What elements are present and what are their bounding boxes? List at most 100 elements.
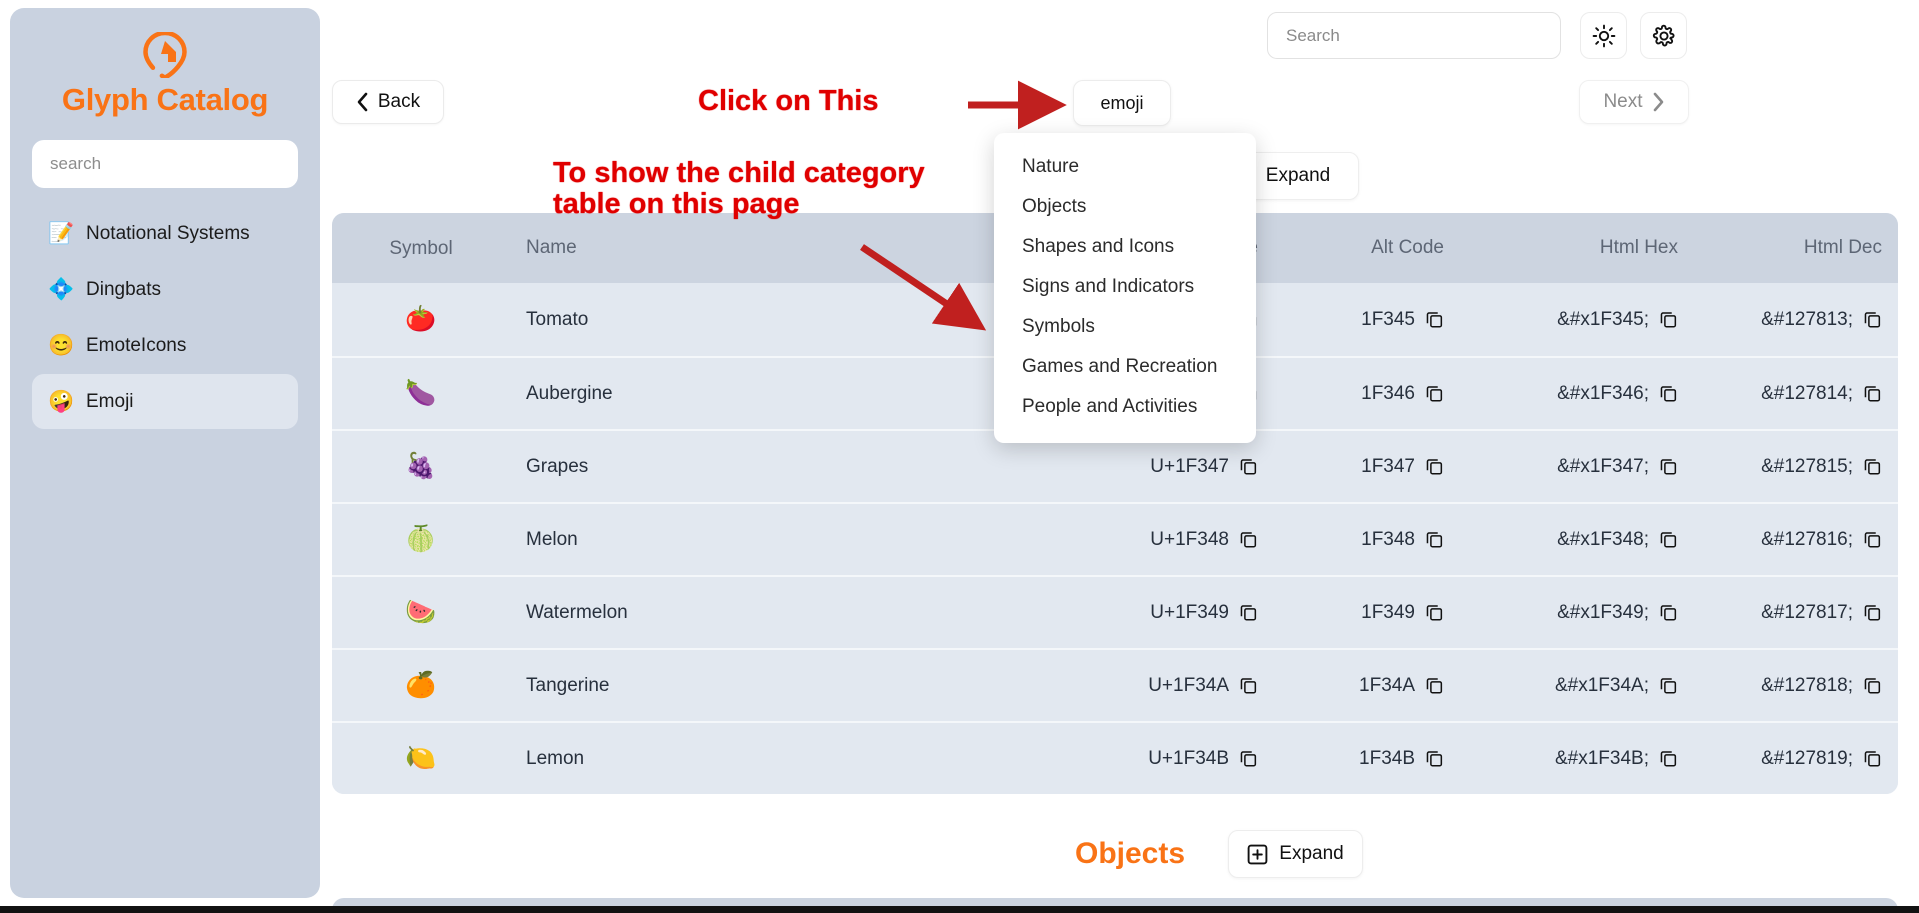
copy-icon[interactable] <box>1863 384 1882 403</box>
column-header-alt-code: Alt Code <box>1371 237 1444 258</box>
dropdown-item-objects[interactable]: Objects <box>994 187 1256 227</box>
sidebar-item-emoteicons[interactable]: 😊 EmoteIcons <box>32 318 298 373</box>
cell-symbol: 🍋 <box>405 744 437 772</box>
copy-unicode-button[interactable] <box>1239 676 1258 695</box>
copy-html-dec-button[interactable] <box>1863 749 1882 768</box>
copy-icon[interactable] <box>1659 676 1678 695</box>
theme-toggle-button[interactable] <box>1580 12 1627 59</box>
html-hex-value: &#x1F34B; <box>1555 747 1649 769</box>
copy-unicode-button[interactable] <box>1239 603 1258 622</box>
copy-html-hex-button[interactable] <box>1659 384 1678 403</box>
dropdown-item-signs-and-indicators[interactable]: Signs and Indicators <box>994 267 1256 307</box>
copy-icon[interactable] <box>1659 603 1678 622</box>
cell-alt-code: 1F348 <box>1258 529 1444 551</box>
expand-button-objects[interactable]: Expand <box>1228 830 1363 878</box>
copy-html-hex-button[interactable] <box>1659 310 1678 329</box>
copy-icon[interactable] <box>1425 603 1444 622</box>
copy-alt-code-button[interactable] <box>1425 676 1444 695</box>
copy-icon[interactable] <box>1863 310 1882 329</box>
copy-alt-code-button[interactable] <box>1425 310 1444 329</box>
copy-html-hex-button[interactable] <box>1659 457 1678 476</box>
copy-alt-code-button[interactable] <box>1425 457 1444 476</box>
copy-html-dec-button[interactable] <box>1863 676 1882 695</box>
settings-button[interactable] <box>1640 12 1687 59</box>
copy-unicode-button[interactable] <box>1239 457 1258 476</box>
copy-icon[interactable] <box>1863 530 1882 549</box>
copy-unicode-button[interactable] <box>1239 749 1258 768</box>
copy-html-dec-button[interactable] <box>1863 603 1882 622</box>
copy-alt-code-button[interactable] <box>1425 749 1444 768</box>
copy-icon[interactable] <box>1863 457 1882 476</box>
annotation-click-on-this: Click on This <box>698 85 879 117</box>
dropdown-item-symbols[interactable]: Symbols <box>994 307 1256 347</box>
copy-icon[interactable] <box>1239 676 1258 695</box>
copy-icon[interactable] <box>1425 457 1444 476</box>
copy-icon[interactable] <box>1425 749 1444 768</box>
copy-icon[interactable] <box>1239 530 1258 549</box>
copy-html-dec-button[interactable] <box>1863 530 1882 549</box>
sidebar: Glyph Catalog 📝 Notational Systems 💠 Din… <box>10 8 320 898</box>
sidebar-item-dingbats[interactable]: 💠 Dingbats <box>32 262 298 317</box>
copy-html-hex-button[interactable] <box>1659 676 1678 695</box>
copy-alt-code-button[interactable] <box>1425 530 1444 549</box>
cell-unicode: U+1F347 <box>988 456 1258 478</box>
html-hex-value: &#x1F347; <box>1557 455 1649 477</box>
cell-html-dec: &#127815; <box>1678 456 1882 478</box>
cell-unicode: U+1F34A <box>988 675 1258 697</box>
unicode-value: U+1F347 <box>1150 455 1229 477</box>
html-dec-value: &#127817; <box>1761 601 1853 623</box>
copy-icon[interactable] <box>1659 749 1678 768</box>
unicode-value: U+1F34A <box>1148 674 1229 696</box>
dropdown-item-people-and-activities[interactable]: People and Activities <box>994 387 1256 427</box>
expand-button-top-label: Expand <box>1265 165 1331 186</box>
copy-icon[interactable] <box>1425 384 1444 403</box>
memo-icon: 📝 <box>48 222 75 245</box>
copy-html-dec-button[interactable] <box>1863 310 1882 329</box>
sidebar-item-label: EmoteIcons <box>86 334 187 356</box>
html-hex-value: &#x1F349; <box>1557 601 1649 623</box>
unicode-value: U+1F348 <box>1150 528 1229 550</box>
zany-face-icon: 🤪 <box>48 390 75 413</box>
copy-icon[interactable] <box>1239 603 1258 622</box>
copy-icon[interactable] <box>1425 530 1444 549</box>
dropdown-item-shapes-and-icons[interactable]: Shapes and Icons <box>994 227 1256 267</box>
copy-html-hex-button[interactable] <box>1659 530 1678 549</box>
sidebar-item-label: Emoji <box>86 390 134 412</box>
cell-unicode: U+1F349 <box>988 602 1258 624</box>
html-hex-value: &#x1F348; <box>1557 528 1649 550</box>
copy-icon[interactable] <box>1659 384 1678 403</box>
copy-icon[interactable] <box>1659 310 1678 329</box>
copy-icon[interactable] <box>1659 530 1678 549</box>
app-root: Glyph Catalog 📝 Notational Systems 💠 Din… <box>0 0 1919 913</box>
next-button-label: Next <box>1603 91 1643 112</box>
cell-html-hex: &#x1F349; <box>1444 602 1678 624</box>
sidebar-item-notational-systems[interactable]: 📝 Notational Systems <box>32 206 298 261</box>
copy-icon[interactable] <box>1425 310 1444 329</box>
cell-name: Watermelon <box>526 601 628 623</box>
next-button[interactable]: Next <box>1579 80 1689 124</box>
copy-alt-code-button[interactable] <box>1425 384 1444 403</box>
copy-icon[interactable] <box>1863 749 1882 768</box>
copy-html-dec-button[interactable] <box>1863 384 1882 403</box>
copy-icon[interactable] <box>1425 676 1444 695</box>
html-hex-value: &#x1F34A; <box>1555 674 1649 696</box>
copy-icon[interactable] <box>1659 457 1678 476</box>
copy-icon[interactable] <box>1239 457 1258 476</box>
dropdown-item-nature[interactable]: Nature <box>994 147 1256 187</box>
copy-unicode-button[interactable] <box>1239 530 1258 549</box>
sidebar-item-emoji[interactable]: 🤪 Emoji <box>32 374 298 429</box>
category-chip-emoji[interactable]: emoji <box>1073 80 1171 126</box>
copy-icon[interactable] <box>1863 676 1882 695</box>
copy-html-dec-button[interactable] <box>1863 457 1882 476</box>
search-input[interactable] <box>1267 12 1561 59</box>
copy-html-hex-button[interactable] <box>1659 603 1678 622</box>
copy-html-hex-button[interactable] <box>1659 749 1678 768</box>
copy-icon[interactable] <box>1239 749 1258 768</box>
dropdown-item-games-and-recreation[interactable]: Games and Recreation <box>994 347 1256 387</box>
copy-alt-code-button[interactable] <box>1425 603 1444 622</box>
cell-symbol: 🍉 <box>405 598 437 626</box>
cell-symbol: 🍆 <box>405 379 437 407</box>
sidebar-search-input[interactable] <box>32 140 298 188</box>
copy-icon[interactable] <box>1863 603 1882 622</box>
back-button[interactable]: Back <box>332 80 444 124</box>
